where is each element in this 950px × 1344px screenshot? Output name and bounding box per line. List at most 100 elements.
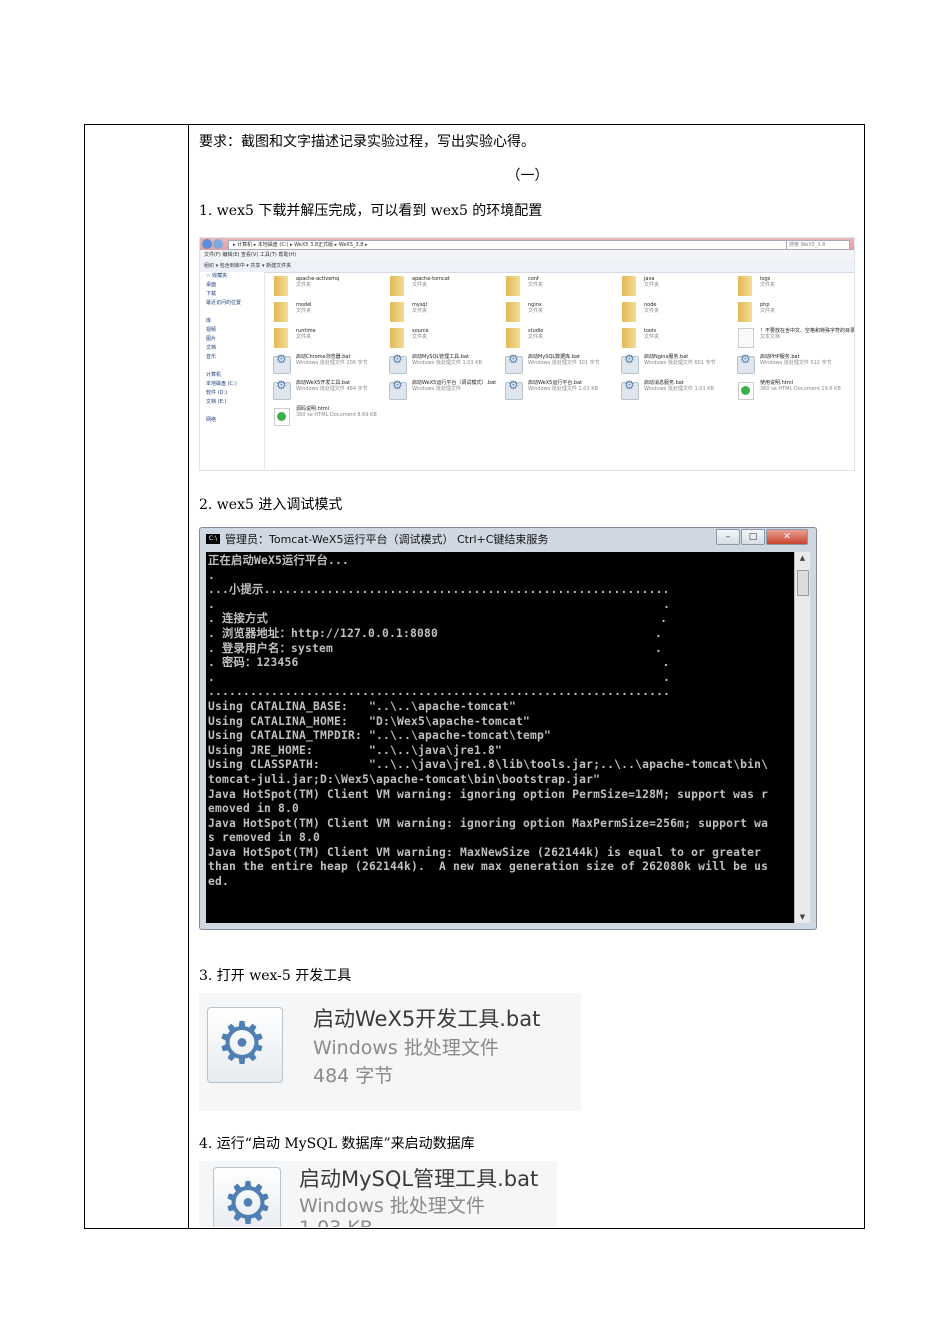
file-meta: Windows 批处理文件 512 字节: [760, 360, 832, 366]
file-item[interactable]: runtime 文件夹: [270, 328, 386, 354]
folder-icon: [506, 302, 520, 322]
file-item[interactable]: apache-activemq 文件夹: [270, 276, 386, 302]
scroll-up-icon[interactable]: ▲: [795, 554, 810, 562]
file-item[interactable]: mysql 文件夹: [386, 302, 502, 328]
file-item[interactable]: conf 文件夹: [502, 276, 618, 302]
file-meta: Windows 批处理文件 601 字节: [644, 360, 716, 366]
mysql-bat-file[interactable]: 启动MySQL管理工具.bat Windows 批处理文件 1.03 KB: [199, 1161, 557, 1227]
bat-file-size: 484 字节: [313, 1065, 394, 1087]
sidebar-item[interactable]: ☆ 收藏夹: [200, 272, 264, 281]
file-meta: Windows 批处理文件: [412, 386, 461, 392]
sidebar-item[interactable]: 库: [200, 317, 264, 326]
sidebar-item[interactable]: 软件 (D:): [200, 389, 264, 398]
file-item[interactable]: 源码说明.html 360 se HTML Document 8.69 KB: [270, 406, 386, 432]
cmd-line: . .: [208, 597, 671, 611]
back-icon[interactable]: [202, 239, 212, 249]
sidebar-item[interactable]: 最近访问的位置: [200, 299, 264, 308]
forward-icon[interactable]: [213, 239, 223, 249]
file-item[interactable]: 使用说明.html 360 se HTML Document 19.6 KB: [734, 380, 850, 406]
cmd-line: Using CATALINA_TMPDIR: "..\..\apache-tom…: [208, 729, 552, 743]
cmd-line: . 连接方式 .: [208, 612, 668, 626]
explorer-screenshot: ▸ 计算机 ▸ 本地磁盘 (C:) ▸ WeX5 3.8正式版 ▸ WeX5_3…: [199, 237, 855, 471]
sidebar-item[interactable]: 桌面: [200, 281, 264, 290]
column-divider: [188, 125, 189, 1228]
file-item[interactable]: nginx 文件夹: [502, 302, 618, 328]
file-meta: 文件夹: [296, 308, 312, 314]
file-item[interactable]: logs 文件夹: [734, 276, 850, 302]
search-input[interactable]: 搜索 WeX5_3.8: [786, 240, 850, 250]
cmd-line: emoved in 8.0: [208, 802, 300, 816]
cmd-line: .: [208, 568, 216, 582]
folder-icon: [622, 302, 636, 322]
close-button[interactable]: ✕: [766, 529, 808, 545]
folder-icon: [390, 302, 404, 322]
file-meta: 360 se HTML Document 8.69 KB: [296, 412, 377, 418]
file-meta: Windows 批处理文件 1.01 KB: [644, 386, 714, 392]
scroll-thumb[interactable]: [797, 570, 809, 596]
explorer-toolbar[interactable]: 组织 ▾ 包含到库中 ▾ 共享 ▾ 新建文件夹: [200, 260, 854, 273]
bat-file-type: Windows 批处理文件: [313, 1037, 499, 1059]
file-meta: 文件夹: [296, 282, 312, 288]
file-item[interactable]: node 文件夹: [618, 302, 734, 328]
address-bar[interactable]: ▸ 计算机 ▸ 本地磁盘 (C:) ▸ WeX5 3.8正式版 ▸ WeX5_3…: [228, 240, 794, 250]
cmd-title-text: 管理员：Tomcat-WeX5运行平台（调试模式） Ctrl+C键结束服务: [225, 533, 549, 546]
cmd-line: ...小提示..................................…: [208, 583, 670, 597]
batch-file-icon: [213, 1167, 281, 1227]
file-meta: Windows 批处理文件 484 字节: [296, 386, 368, 392]
file-item[interactable]: java 文件夹: [618, 276, 734, 302]
scrollbar[interactable]: ▲ ▼: [794, 552, 810, 923]
sidebar-item[interactable]: 图片: [200, 335, 264, 344]
file-item[interactable]: 启动Chrome浏览器.batWindows 批处理文件 206 字节: [270, 354, 386, 380]
cmd-line: . .: [208, 670, 671, 684]
file-item[interactable]: model 文件夹: [270, 302, 386, 328]
sidebar-item[interactable]: 视频: [200, 326, 264, 335]
cmd-line: Using CATALINA_BASE: "..\..\apache-tomca…: [208, 699, 517, 713]
file-meta: 文件夹: [760, 282, 776, 288]
bat-icon: [273, 356, 291, 374]
file-item[interactable]: ！不要放在含中文、空格和特殊字符的目录下.txt文本文档: [734, 328, 854, 354]
sidebar-item[interactable]: 文档 (E:): [200, 398, 264, 407]
dev-tool-bat-file[interactable]: 启动WeX5开发工具.bat Windows 批处理文件 484 字节: [199, 993, 581, 1111]
file-item[interactable]: apache-tomcat 文件夹: [386, 276, 502, 302]
cmd-line: Using CLASSPATH: "..\..\java\jre1.8\lib\…: [208, 758, 769, 772]
file-item[interactable]: 启动Nginx服务.batWindows 批处理文件 601 字节: [618, 354, 734, 380]
folder-icon: [390, 328, 404, 348]
sidebar-item[interactable]: 文档: [200, 344, 264, 353]
bat-icon: [621, 382, 639, 400]
file-item[interactable]: 启动WeX5运行平台.batWindows 批处理文件 1.03 KB: [502, 380, 618, 406]
sidebar-item[interactable]: 计算机: [200, 371, 264, 380]
file-item[interactable]: php 文件夹: [734, 302, 850, 328]
folder-icon: [390, 276, 404, 296]
file-item[interactable]: source 文件夹: [386, 328, 502, 354]
file-meta: Windows 批处理文件 206 字节: [296, 360, 368, 366]
minimize-button[interactable]: –: [716, 529, 740, 545]
file-item[interactable]: 启动WeX5开发工具.batWindows 批处理文件 484 字节: [270, 380, 386, 406]
bat-icon: [621, 356, 639, 374]
file-meta: 文件夹: [412, 334, 428, 340]
file-meta: 文件夹: [528, 308, 544, 314]
sidebar-item[interactable]: 本地磁盘 (C:): [200, 380, 264, 389]
file-meta: 文件夹: [528, 334, 544, 340]
file-item[interactable]: tools 文件夹: [618, 328, 734, 354]
file-item[interactable]: 启动MySQL数据库.batWindows 批处理文件 301 字节: [502, 354, 618, 380]
file-item[interactable]: 启动MySQL管理工具.batWindows 批处理文件 1.03 KB: [386, 354, 502, 380]
sidebar-item[interactable]: 下载: [200, 290, 264, 299]
file-item[interactable]: 启动消息服务.batWindows 批处理文件 1.01 KB: [618, 380, 734, 406]
cmd-window: C:\ 管理员：Tomcat-WeX5运行平台（调试模式） Ctrl+C键结束服…: [199, 527, 817, 930]
file-meta: 文件夹: [644, 334, 660, 340]
requirement-text: 要求：截图和文字描述记录实验过程，写出实验心得。: [199, 134, 535, 150]
sidebar-item[interactable]: 音乐: [200, 353, 264, 362]
file-item[interactable]: 启动WeX5运行平台（调试模式）.batWindows 批处理文件: [386, 380, 502, 406]
sidebar-item[interactable]: 网络: [200, 416, 264, 425]
maximize-button[interactable]: □: [741, 529, 765, 545]
file-meta: 文件夹: [760, 308, 776, 314]
explorer-menu-bar[interactable]: 文件(F) 编辑(E) 查看(V) 工具(T) 帮助(H): [200, 250, 854, 260]
file-item[interactable]: studio 文件夹: [502, 328, 618, 354]
folder-icon: [622, 276, 636, 296]
cmd-line: . 密码：123456 .: [208, 656, 670, 670]
txt-icon: [738, 328, 754, 348]
scroll-down-icon[interactable]: ▼: [795, 913, 810, 921]
sidebar-item: [200, 308, 264, 317]
file-item[interactable]: 启动PHP服务.batWindows 批处理文件 512 字节: [734, 354, 850, 380]
bat-file-type: Windows 批处理文件: [299, 1195, 485, 1217]
